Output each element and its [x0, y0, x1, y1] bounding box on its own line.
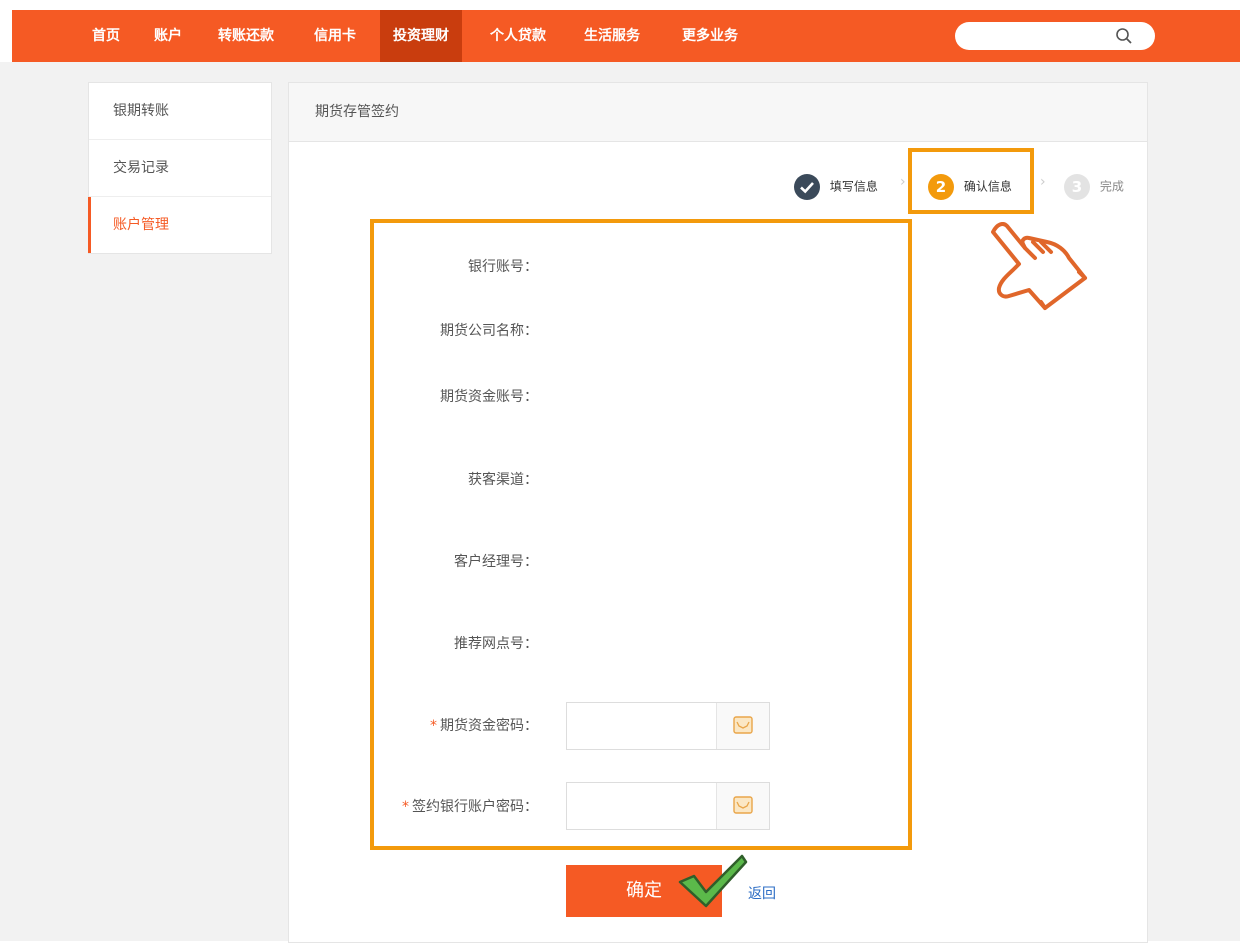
sidebar-item-bank-futures-transfer[interactable]: 银期转账: [89, 83, 271, 140]
pointing-hand-icon: [991, 222, 1087, 310]
keyboard-button[interactable]: [716, 703, 769, 749]
required-mark: *: [402, 799, 409, 815]
sidebar-item-account-management[interactable]: 账户管理: [88, 197, 271, 253]
step-highlight-box: [908, 148, 1034, 214]
step-3-number: 3: [1064, 173, 1090, 200]
nav-item-investment[interactable]: 投资理财: [380, 10, 462, 62]
required-mark: *: [430, 718, 437, 734]
step-1-label: 填写信息: [829, 179, 878, 194]
nav-item-more[interactable]: 更多业务: [682, 10, 738, 62]
keyboard-icon[interactable]: [733, 796, 753, 814]
futures-account-label: 期货资金账号：: [440, 389, 538, 405]
back-link[interactable]: 返回: [748, 883, 776, 903]
search-icon[interactable]: [1115, 27, 1133, 45]
step-separator-icon: ›: [1040, 174, 1046, 190]
step-3-label: 完成: [1099, 179, 1124, 194]
nav-item-transfer[interactable]: 转账还款: [218, 10, 274, 62]
keyboard-button[interactable]: [716, 783, 769, 829]
check-circle-icon: [794, 173, 820, 200]
futures-password-label: * 期货资金密码：: [430, 718, 538, 734]
checkmark-icon: [678, 854, 748, 908]
account-manager-label: 客户经理号：: [454, 554, 538, 570]
page-title: 期货存管签约: [289, 83, 1147, 142]
top-nav-bar: 首页 账户 转账还款 信用卡 投资理财 个人贷款 生活服务 更多业务: [12, 10, 1240, 62]
nav-item-account[interactable]: 账户: [154, 10, 182, 62]
sidebar-item-transaction-records[interactable]: 交易记录: [89, 140, 271, 197]
step-separator-icon: ›: [900, 174, 906, 190]
nav-item-home[interactable]: 首页: [92, 10, 120, 62]
step-1: 填写信息: [794, 172, 878, 200]
form-highlight-box: [370, 219, 912, 850]
referral-branch-label: 推荐网点号：: [454, 636, 538, 652]
nav-item-life-services[interactable]: 生活服务: [584, 10, 640, 62]
bank-password-label: * 签约银行账户密码：: [402, 799, 538, 815]
bank-password-field[interactable]: [566, 782, 770, 830]
keyboard-icon[interactable]: [733, 716, 753, 734]
bank-account-label: 银行账号：: [468, 259, 538, 275]
nav-item-personal-loan[interactable]: 个人贷款: [490, 10, 546, 62]
step-3: 3 完成: [1064, 172, 1124, 200]
acquisition-channel-label: 获客渠道：: [468, 472, 538, 488]
nav-item-credit-card[interactable]: 信用卡: [314, 10, 356, 62]
search-input[interactable]: [955, 22, 1155, 50]
futures-company-label: 期货公司名称：: [440, 323, 538, 339]
sidebar: 银期转账 交易记录 账户管理: [88, 82, 272, 254]
futures-password-field[interactable]: [566, 702, 770, 750]
